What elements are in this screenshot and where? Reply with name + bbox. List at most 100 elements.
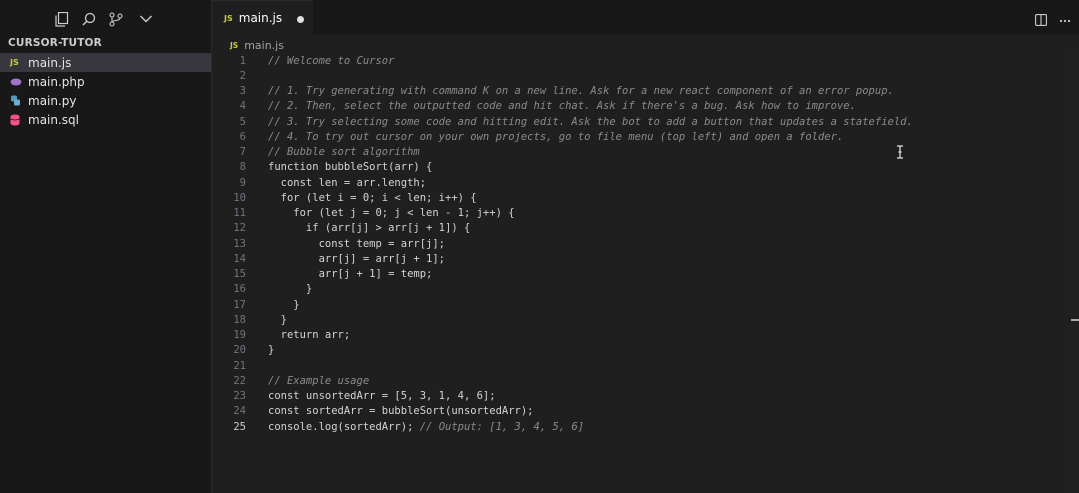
js-file-icon: JS — [230, 40, 239, 50]
chevron-down-icon[interactable] — [136, 9, 156, 29]
line-number: 9 — [239, 176, 246, 189]
line-number: 24 — [233, 405, 246, 418]
code-line[interactable]: 11 for (let j = 0; j < len - 1; j++) { — [212, 206, 1072, 221]
line-number: 21 — [233, 359, 246, 372]
line-number: 25 — [233, 420, 246, 433]
line-number: 20 — [233, 344, 246, 357]
code-text: if (arr[j] > arr[j + 1]) { — [268, 222, 471, 235]
file-list: JS main.js main.php main.py main.sql — [0, 53, 211, 129]
explorer-title: CURSOR-TUTOR — [8, 37, 102, 49]
python-file-icon — [10, 95, 24, 106]
file-item-main-php[interactable]: main.php — [0, 72, 211, 91]
file-name: main.sql — [28, 112, 79, 127]
code-line[interactable]: 3 // 1. Try generating with command K on … — [212, 84, 1072, 99]
code-line[interactable]: 7 // Bubble sort algorithm — [212, 145, 1072, 160]
code-text: // 3. Try selecting some code and hittin… — [268, 115, 913, 128]
line-number: 14 — [233, 252, 246, 265]
line-number: 10 — [233, 191, 246, 204]
code-editor[interactable]: 1// Welcome to Cursor 2 3// 1. Try generat… — [212, 53, 1072, 434]
code-line[interactable]: 19 return arr; — [212, 328, 1072, 343]
line-number: 4 — [239, 100, 246, 113]
files-icon[interactable] — [52, 9, 72, 29]
code-line[interactable]: 10 for (let i = 0; i < len; i++) { — [212, 190, 1072, 205]
breadcrumb[interactable]: JS main.js — [230, 37, 284, 53]
code-text: } — [268, 283, 313, 296]
line-number: 8 — [239, 161, 246, 174]
code-line[interactable]: 25 console.log(sortedArr); // Output: [1,… — [212, 419, 1072, 434]
code-line[interactable]: 21 — [212, 358, 1072, 373]
code-line[interactable]: 6 // 4. To try out cursor on your own pro… — [212, 129, 1072, 144]
search-icon[interactable] — [79, 9, 99, 29]
tab-label: main.js — [238, 11, 283, 25]
code-text: // Welcome to Cursor — [268, 54, 395, 67]
line-number: 22 — [233, 374, 246, 387]
code-text: arr[j] = arr[j + 1]; — [268, 252, 446, 265]
file-name: main.php — [28, 74, 85, 89]
line-number: 12 — [233, 222, 246, 235]
code-text: // 4. To try out cursor on your own proj… — [268, 130, 844, 143]
line-number: 16 — [233, 283, 246, 296]
explorer-sidebar: CURSOR-TUTOR JS main.js main.php main.py… — [0, 0, 212, 493]
vertical-scrollbar[interactable] — [1071, 53, 1079, 493]
code-line[interactable]: 23 const unsortedArr = [5, 3, 1, 4, 6]; — [212, 389, 1072, 404]
editor-area: JS main.js JS main.js 1 // Welcome to Cur… — [212, 0, 1079, 493]
code-line[interactable]: 24 const sortedArr = bubbleSort(unsortedA… — [212, 404, 1072, 419]
sidebar-toolbar — [0, 0, 211, 37]
code-text: for (let i = 0; i < len; i++) { — [268, 191, 477, 204]
code-line[interactable]: 2 — [212, 68, 1072, 83]
database-file-icon — [10, 114, 24, 126]
file-item-main-js[interactable]: JS main.js — [0, 53, 211, 72]
code-line[interactable]: 13 const temp = arr[j]; — [212, 236, 1072, 251]
code-line[interactable]: 8 function bubbleSort(arr) { — [212, 160, 1072, 175]
code-line[interactable]: 4 // 2. Then, select the outputted code a… — [212, 99, 1072, 114]
code-line[interactable]: 20} — [212, 343, 1072, 358]
code-line[interactable]: 9 const len = arr.length; — [212, 175, 1072, 190]
source-control-icon[interactable] — [106, 9, 126, 29]
tab-main-js[interactable]: JS main.js — [212, 0, 313, 35]
code-line[interactable]: 1 // Welcome to Cursor — [212, 53, 1072, 68]
line-number: 2 — [239, 69, 246, 82]
code-line[interactable]: 5 // 3. Try selecting some code and hitti… — [212, 114, 1072, 129]
code-line[interactable]: 18 } — [212, 312, 1072, 327]
code-text: } — [268, 313, 287, 326]
editor-actions — [1035, 11, 1071, 30]
php-file-icon — [10, 78, 24, 86]
code-text: } — [268, 344, 275, 357]
line-number: 5 — [239, 115, 246, 128]
code-text: console.log(sortedArr); // Output: [1, 3… — [268, 420, 585, 433]
file-item-main-py[interactable]: main.py — [0, 91, 211, 110]
line-number: 18 — [233, 313, 246, 326]
code-line[interactable]: 15 arr[j + 1] = temp; — [212, 267, 1072, 282]
code-text: const temp = arr[j]; — [268, 237, 446, 250]
code-text: // 1. Try generating with command K on a… — [268, 85, 894, 98]
code-line[interactable]: 17 } — [212, 297, 1072, 312]
code-line[interactable]: 16 } — [212, 282, 1072, 297]
more-actions-icon[interactable] — [1059, 11, 1071, 30]
file-item-main-sql[interactable]: main.sql — [0, 110, 211, 129]
code-text: function bubbleSort(arr) { — [268, 161, 433, 174]
line-number: 19 — [233, 329, 246, 342]
code-text: const sortedArr = bubbleSort(unsortedArr… — [268, 405, 534, 418]
code-line[interactable]: 14 arr[j] = arr[j + 1]; — [212, 251, 1072, 266]
code-line[interactable]: 12 if (arr[j] > arr[j + 1]) { — [212, 221, 1072, 236]
line-number: 7 — [239, 146, 246, 159]
code-text: // Example usage — [268, 374, 370, 387]
unsaved-dot-icon[interactable] — [297, 16, 304, 23]
js-file-icon: JS — [10, 58, 19, 67]
code-text: return arr; — [268, 329, 351, 342]
breadcrumb-file[interactable]: main.js — [244, 39, 284, 52]
scroll-position-marker — [1071, 319, 1079, 321]
line-number: 23 — [233, 390, 246, 403]
tab-bar: JS main.js — [212, 0, 1079, 35]
file-name: main.py — [28, 93, 77, 108]
code-text: for (let j = 0; j < len - 1; j++) { — [268, 207, 515, 220]
code-line[interactable]: 22 // Example usage — [212, 373, 1072, 388]
code-text: const len = arr.length; — [268, 176, 427, 189]
code-text: const unsortedArr = [5, 3, 1, 4, 6]; — [268, 390, 496, 403]
line-number: 6 — [239, 130, 246, 143]
split-editor-icon[interactable] — [1035, 11, 1047, 30]
code-text: arr[j + 1] = temp; — [268, 268, 433, 281]
line-number: 11 — [233, 207, 246, 220]
line-number: 15 — [233, 268, 246, 281]
code-text: } — [268, 298, 300, 311]
